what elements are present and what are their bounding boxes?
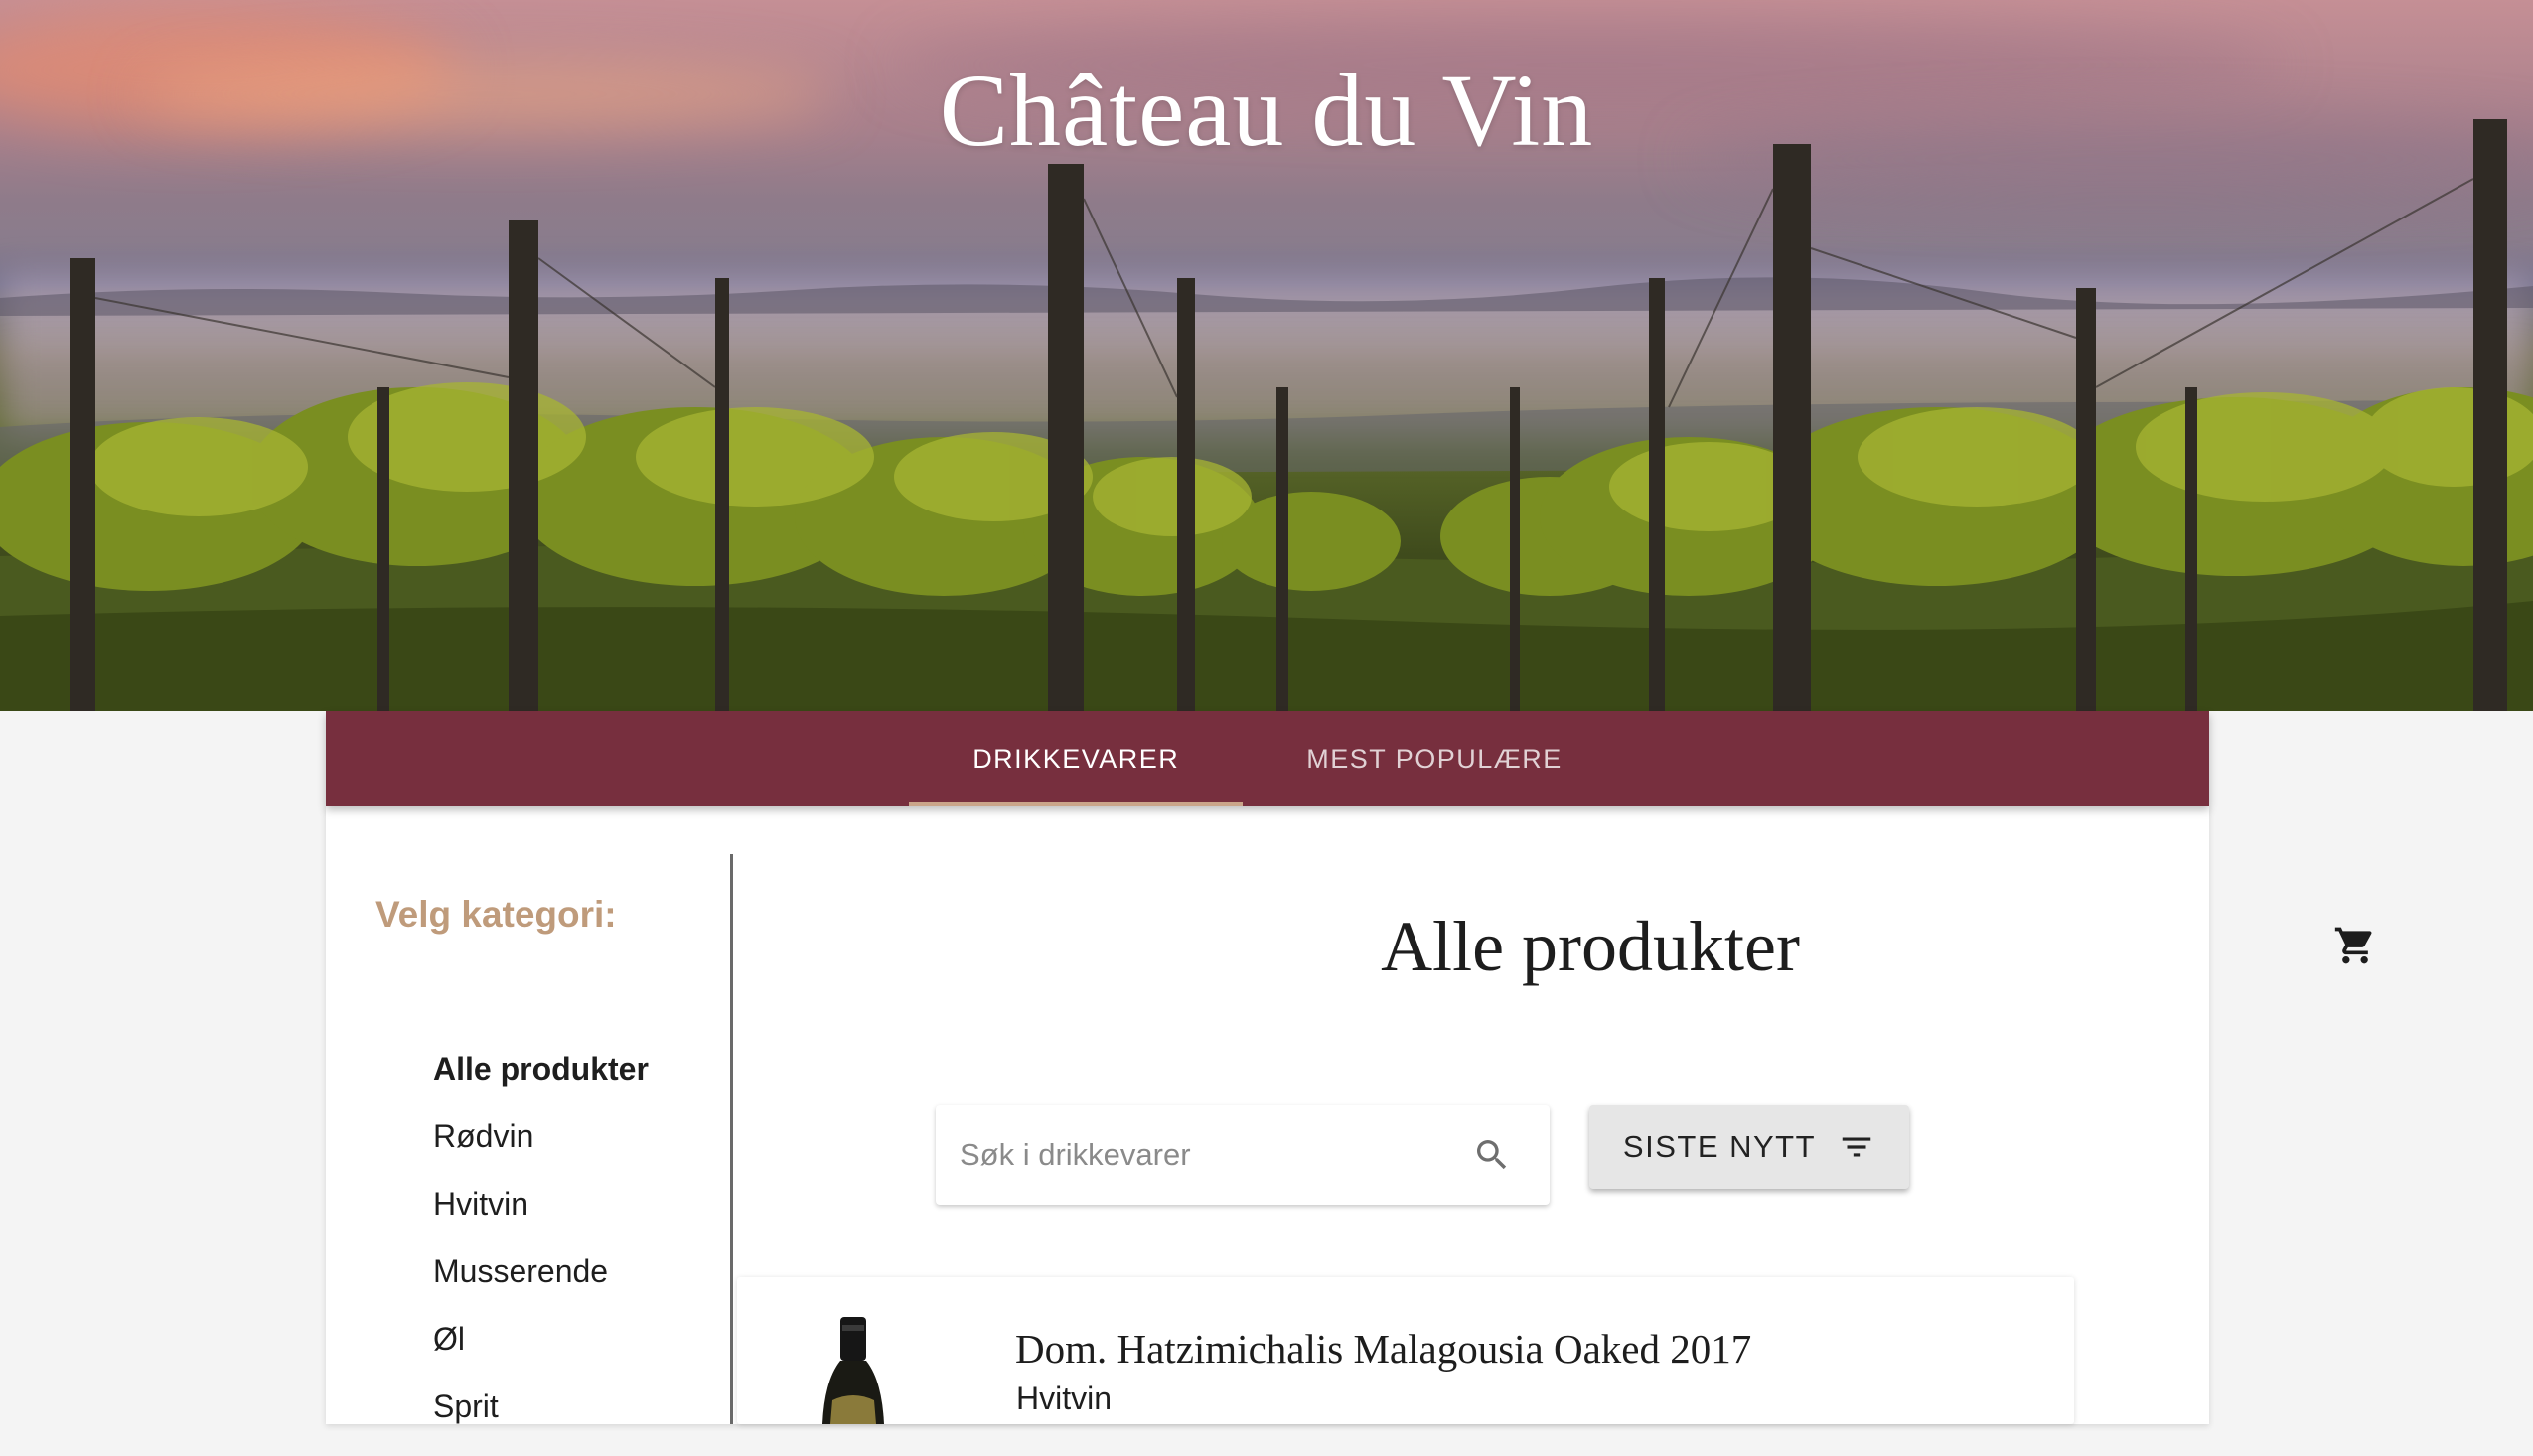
category-item-alle-produkter[interactable]: Alle produkter <box>433 1051 649 1118</box>
category-item-rodvin[interactable]: Rødvin <box>433 1118 649 1186</box>
sort-filter-label: SISTE NYTT <box>1622 1129 1817 1164</box>
site-title: Château du Vin <box>939 54 1594 168</box>
wine-bottle-image <box>822 1317 884 1424</box>
product-category: Hvitvin <box>1016 1381 1113 1416</box>
cart-button[interactable] <box>2325 916 2385 975</box>
category-item-ol[interactable]: Øl <box>433 1321 649 1388</box>
sort-filter-button[interactable]: SISTE NYTT <box>1589 1105 1909 1189</box>
page-title: Alle produkter <box>1381 907 1800 986</box>
shopping-cart-icon <box>2334 927 2372 964</box>
category-item-hvitvin[interactable]: Hvitvin <box>433 1186 649 1253</box>
category-item-sprit[interactable]: Sprit <box>433 1388 649 1456</box>
search-input[interactable] <box>960 1105 1456 1205</box>
main-nav: DRIKKEVARER MEST POPULÆRE <box>326 711 2209 806</box>
category-item-musserende[interactable]: Musserende <box>433 1253 649 1321</box>
category-sidebar: Velg kategori: Alle produkter Rødvin Hvi… <box>326 854 733 1424</box>
tab-mest-populaere[interactable]: MEST POPULÆRE <box>1243 711 1626 806</box>
filter-list-icon <box>1842 1137 1871 1157</box>
search-icon[interactable] <box>1472 1135 1512 1175</box>
hero-banner: Château du Vin <box>0 0 2533 711</box>
product-name: Dom. Hatzimichalis Malagousia Oaked 2017 <box>1015 1326 1752 1372</box>
product-card[interactable]: Dom. Hatzimichalis Malagousia Oaked 2017… <box>737 1277 2074 1424</box>
category-list: Alle produkter Rødvin Hvitvin Musserende… <box>433 1051 649 1456</box>
tab-drikkevarer[interactable]: DRIKKEVARER <box>909 711 1244 806</box>
search-field <box>936 1105 1550 1205</box>
category-heading: Velg kategori: <box>375 894 617 935</box>
